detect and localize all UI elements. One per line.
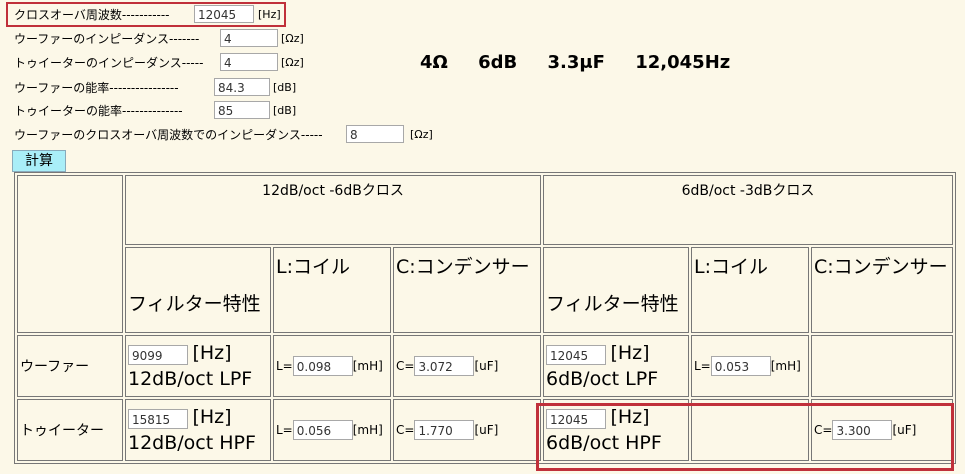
woofer-row: ウーファー 9099 [Hz] 12dB/oct LPF L= 0.098 [mH]…	[17, 335, 953, 397]
woofer-label: ウーファー	[17, 335, 123, 397]
tweeter-g1-uf-unit: [uF]	[474, 423, 499, 437]
tweeter-imp-label: トゥイーターのインピーダンス-----	[14, 56, 204, 70]
woofer-g1-l-prefix: L=	[276, 359, 293, 373]
g2-coil-head: L:コイル	[691, 247, 809, 333]
summary-capacitance: 3.3μF	[547, 52, 605, 73]
woofer-g1-mh-unit: [mH]	[352, 359, 383, 373]
woofer-g1-hz-unit: [Hz]	[192, 342, 232, 364]
woofer-g1-freq-input[interactable]: 9099	[128, 345, 188, 365]
g1-coil-head: L:コイル	[273, 247, 391, 333]
woofer-g2-coil-input[interactable]: 0.053	[710, 356, 771, 376]
g2-filter-head-text: フィルター特性	[546, 292, 679, 315]
tweeter-label: トゥイーター	[17, 399, 123, 461]
woofer-imp-label: ウーファーのインピーダンス-------	[14, 32, 200, 46]
woofer-eff-unit: [dB]	[273, 81, 297, 94]
calculate-button[interactable]: 計算	[12, 150, 66, 172]
g1-filter-head: フィルター特性	[125, 247, 271, 333]
woofer-imp-unit: [Ωz]	[281, 32, 304, 45]
result-summary: 4Ω 6dB 3.3μF 12,045Hz	[420, 52, 754, 73]
woofer-eff-input[interactable]: 84.3	[214, 78, 270, 96]
woofer-ximp-label: ウーファーのクロスオーバ周波数でのインピーダンス-----	[14, 128, 323, 142]
summary-frequency: 12,045Hz	[635, 52, 731, 73]
tweeter-eff-unit: [dB]	[273, 104, 297, 117]
corner-cell	[17, 175, 123, 333]
g2-cap-head-text: C:コンデンサー	[814, 256, 948, 278]
woofer-g1-filter: 9099 [Hz] 12dB/oct LPF	[125, 335, 271, 397]
tweeter-g1-filter: 15815 [Hz] 12dB/oct HPF	[125, 399, 271, 461]
tweeter-g1-cap: C= 1.770 [uF]	[393, 399, 541, 461]
tweeter-imp-unit: [Ωz]	[281, 56, 304, 69]
group1-header: 12dB/oct -6dBクロス	[125, 175, 541, 245]
woofer-eff-label: ウーファーの能率----------------	[14, 81, 179, 95]
g1-filter-head-text: フィルター特性	[128, 292, 261, 315]
woofer-g1-c-prefix: C=	[396, 359, 415, 373]
woofer-g2-cap	[811, 335, 953, 397]
tweeter-g1-hz-unit: [Hz]	[192, 406, 232, 428]
woofer-g2-type: 6dB/oct LPF	[546, 368, 659, 390]
g1-cap-head-text: C:コンデンサー	[396, 256, 530, 278]
woofer-g2-l-prefix: L=	[694, 359, 711, 373]
tweeter-g1-cap-input[interactable]: 1.770	[414, 420, 475, 440]
summary-attenuation: 6dB	[478, 52, 518, 73]
g1-cap-head: C:コンデンサー	[393, 247, 541, 333]
group2-header: 6dB/oct -3dBクロス	[543, 175, 953, 245]
tweeter-g1-type: 12dB/oct HPF	[128, 432, 256, 454]
tweeter-g1-c-prefix: C=	[396, 423, 415, 437]
g2-cap-head: C:コンデンサー	[811, 247, 953, 333]
woofer-g2-hz-unit: [Hz]	[610, 342, 650, 364]
tweeter-g1-l-prefix: L=	[276, 423, 293, 437]
g2-filter-head: フィルター特性	[543, 247, 689, 333]
tweeter-g1-coil-input[interactable]: 0.056	[292, 420, 353, 440]
woofer-ximp-input[interactable]: 8	[346, 125, 404, 143]
woofer-g1-cap: C= 3.072 [uF]	[393, 335, 541, 397]
woofer-g2-filter: 12045 [Hz] 6dB/oct LPF	[543, 335, 689, 397]
woofer-g1-cap-input[interactable]: 3.072	[414, 356, 475, 376]
tweeter-g1-freq-input[interactable]: 15815	[128, 409, 188, 429]
woofer-g1-coil-input[interactable]: 0.098	[292, 356, 353, 376]
woofer-g2-mh-unit: [mH]	[770, 359, 801, 373]
woofer-g2-coil: L= 0.053 [mH]	[691, 335, 809, 397]
woofer-g1-coil: L= 0.098 [mH]	[273, 335, 391, 397]
summary-impedance: 4Ω	[420, 52, 448, 73]
tweeter-imp-input[interactable]: 4	[220, 53, 278, 71]
crossover-highlight	[6, 2, 286, 27]
woofer-g2-freq-input[interactable]: 12045	[546, 345, 606, 365]
woofer-imp-input[interactable]: 4	[220, 29, 278, 47]
tweeter-g1-coil: L= 0.056 [mH]	[273, 399, 391, 461]
woofer-g1-uf-unit: [uF]	[474, 359, 499, 373]
woofer-g1-type: 12dB/oct LPF	[128, 368, 253, 390]
tweeter-g1-mh-unit: [mH]	[352, 423, 383, 437]
g1-coil-head-text: L:コイル	[276, 256, 350, 278]
tweeter-6db-highlight	[536, 403, 954, 471]
tweeter-eff-label: トゥイーターの能率--------------	[14, 104, 183, 118]
g2-coil-head-text: L:コイル	[694, 256, 768, 278]
woofer-ximp-unit: [Ωz]	[410, 128, 433, 141]
tweeter-eff-input[interactable]: 85	[214, 101, 270, 119]
